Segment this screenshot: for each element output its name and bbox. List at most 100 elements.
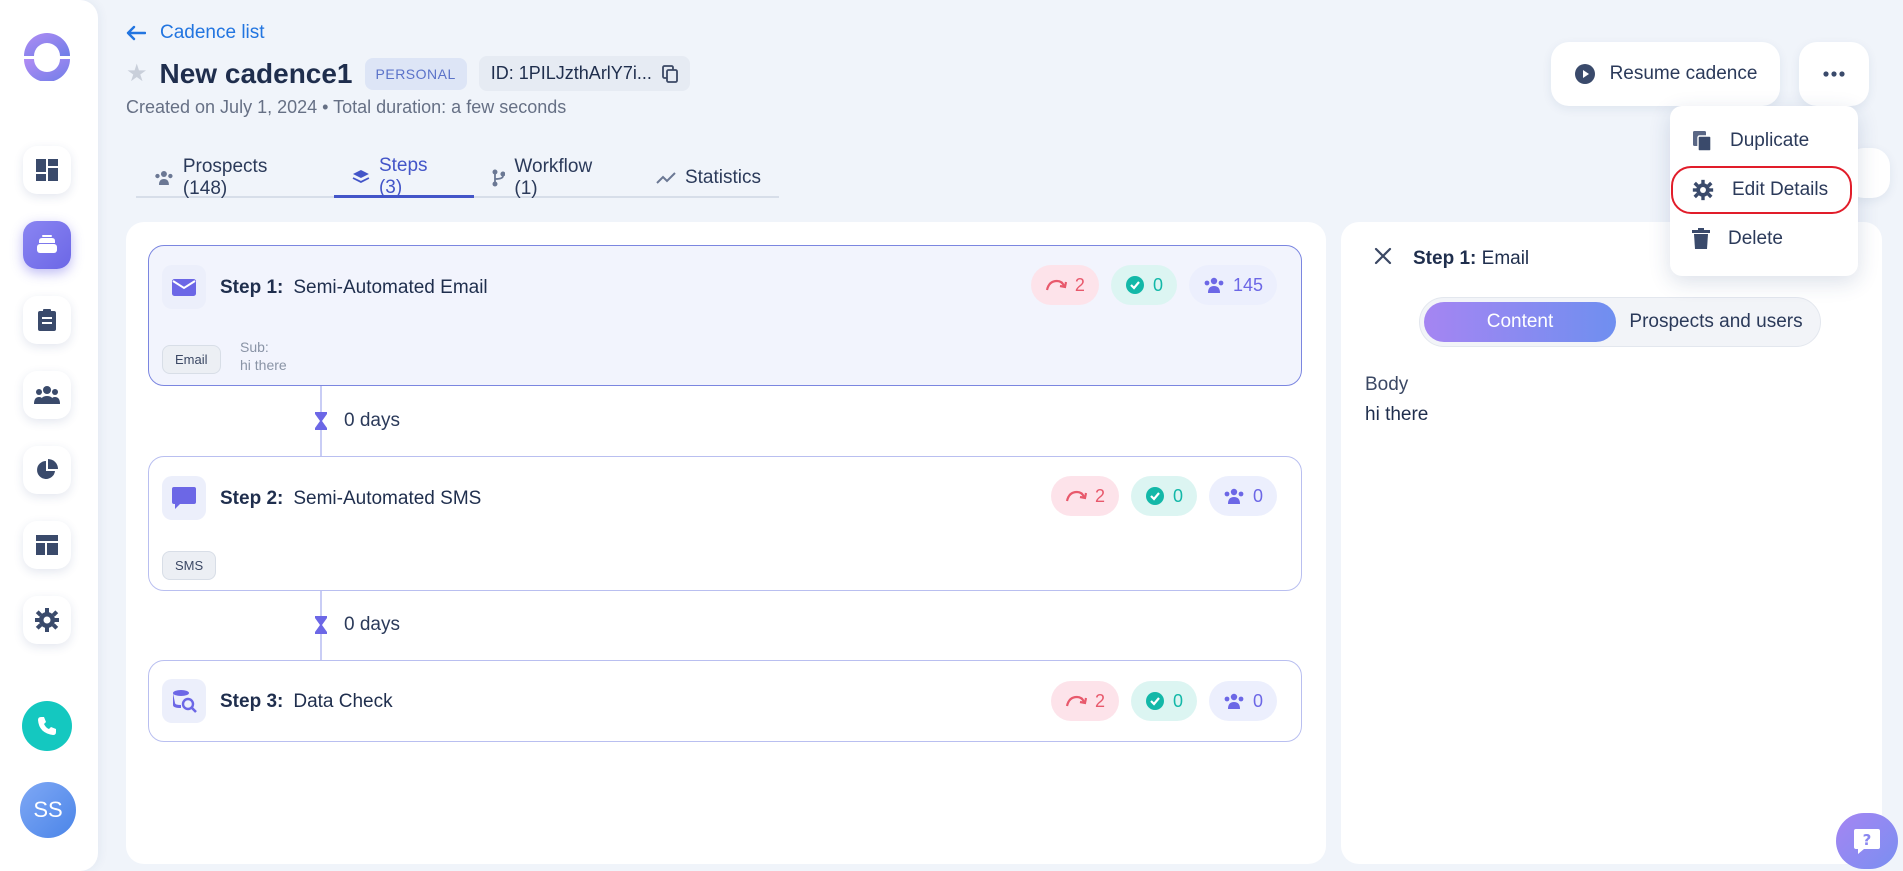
people-icon [1224, 488, 1244, 504]
tab-prospects[interactable]: Prospects (148) [136, 156, 334, 199]
detail-type: Email [1481, 248, 1530, 269]
svg-text:?: ? [1863, 831, 1872, 849]
tab-steps-label: Steps (3) [378, 154, 428, 198]
detail-prefix: Step 1: [1413, 248, 1477, 269]
resume-cadence-button[interactable]: Resume cadence [1551, 42, 1780, 106]
prospects-count: 0 [1252, 690, 1263, 711]
people-icon [34, 386, 60, 404]
nav-prospects[interactable] [23, 371, 71, 419]
redo-arrow-icon [1065, 695, 1087, 707]
bounced-pill[interactable]: 2 [1030, 265, 1099, 305]
pie-chart-icon [37, 459, 58, 479]
wait-label: 0 days [344, 614, 400, 635]
hourglass-icon [315, 412, 327, 430]
tab-workflow-label: Workflow (1) [514, 156, 593, 199]
prospects-count: 145 [1232, 274, 1263, 295]
copy-icon[interactable] [661, 64, 678, 83]
step-card-2[interactable]: Step 2: Semi-Automated SMS 2 0 0 SMS [148, 456, 1302, 591]
step-stats: 2 0 145 [1030, 265, 1277, 305]
step-icon-box [162, 265, 206, 309]
menu-duplicate[interactable]: Duplicate [1692, 130, 1809, 152]
subject-value: hi there [240, 357, 287, 373]
back-to-cadence-list[interactable]: Cadence list [126, 22, 265, 44]
prospects-pill[interactable]: 0 [1208, 681, 1277, 721]
wait-delay-1: 0 days [314, 410, 400, 432]
user-avatar[interactable]: SS [20, 782, 76, 838]
nav-reports[interactable] [23, 446, 71, 494]
check-circle-icon [1125, 276, 1144, 294]
page-title: New cadence1 [159, 57, 353, 89]
check-circle-icon [1145, 692, 1164, 710]
body-label: Body [1365, 374, 1409, 395]
back-label: Cadence list [160, 22, 265, 43]
people-icon [1204, 277, 1224, 293]
app-logo[interactable] [22, 31, 72, 81]
bounced-pill[interactable]: 2 [1050, 476, 1119, 516]
more-options-button[interactable] [1799, 42, 1869, 106]
menu-delete[interactable]: Delete [1692, 228, 1783, 250]
trash-icon [1692, 228, 1710, 249]
completed-pill[interactable]: 0 [1130, 681, 1197, 721]
detail-title: Step 1: Email [1413, 248, 1529, 270]
tab-prospects-and-users[interactable]: Prospects and users [1616, 302, 1816, 342]
step-name: Semi-Automated Email [293, 277, 488, 298]
layers-icon [352, 169, 370, 183]
personal-badge: PERSONAL [364, 57, 467, 90]
title-row: ★ New cadence1 PERSONAL ID: 1PILJzthArlY… [126, 56, 690, 91]
star-icon[interactable]: ★ [126, 59, 148, 88]
bounced-count: 2 [1074, 274, 1085, 295]
nav-settings[interactable] [23, 596, 71, 644]
step-icon-box [162, 679, 206, 723]
completed-count: 0 [1152, 274, 1163, 295]
check-circle-icon [1145, 487, 1164, 505]
dashboard-icon [36, 159, 58, 181]
resume-label: Resume cadence [1609, 63, 1758, 84]
completed-count: 0 [1172, 690, 1183, 711]
email-icon [172, 279, 196, 296]
play-circle-icon [1574, 64, 1595, 84]
tab-statistics[interactable]: Statistics [638, 158, 779, 198]
step-detail-panel: Step 1: Email Content Prospects and user… [1341, 222, 1882, 864]
tab-statistics-label: Statistics [684, 167, 761, 188]
step-name: Semi-Automated SMS [293, 488, 482, 509]
wait-label: 0 days [344, 410, 400, 431]
wait-delay-2: 0 days [314, 614, 400, 636]
clipboard-icon [38, 309, 56, 331]
completed-pill[interactable]: 0 [1110, 265, 1177, 305]
tab-content[interactable]: Content [1424, 302, 1616, 342]
bounced-pill[interactable]: 2 [1050, 681, 1119, 721]
nav-templates[interactable] [23, 521, 71, 569]
step-label: Step 1: Semi-Automated Email [220, 277, 488, 299]
phone-icon [38, 717, 56, 735]
subject-label: Sub: [240, 339, 269, 355]
copy-icon [1693, 131, 1712, 152]
help-button[interactable]: ? [1836, 813, 1898, 869]
gear-icon [35, 608, 59, 632]
cadence-subline: Created on July 1, 2024 • Total duration… [126, 97, 567, 117]
nav-cadences[interactable] [23, 221, 71, 269]
nav-tasks[interactable] [23, 296, 71, 344]
prospects-pill[interactable]: 0 [1208, 476, 1277, 516]
step-type-chip: SMS [162, 551, 217, 580]
more-horizontal-icon [1823, 71, 1845, 77]
template-icon [36, 535, 58, 555]
step-stats: 2 0 0 [1050, 476, 1277, 516]
bounced-count: 2 [1094, 690, 1105, 711]
layers-icon [37, 235, 57, 253]
prospects-pill[interactable]: 145 [1188, 265, 1277, 305]
nav-dashboard[interactable] [23, 146, 71, 194]
trend-icon [656, 172, 676, 184]
step-label: Step 3: Data Check [220, 691, 393, 713]
tab-workflow[interactable]: Workflow (1) [474, 156, 638, 199]
step-prefix: Step 1: [220, 277, 284, 298]
data-check-icon [173, 690, 197, 713]
step-prefix: Step 3: [220, 691, 284, 712]
cadence-id-box: ID: 1PILJzthArlY7i... [478, 56, 690, 91]
step-icon-box [162, 476, 206, 520]
close-icon[interactable] [1373, 246, 1393, 266]
step-card-3[interactable]: Step 3: Data Check 2 0 0 [148, 660, 1302, 742]
step-card-1[interactable]: Step 1: Semi-Automated Email 2 0 145 Emai… [148, 245, 1302, 386]
phone-button[interactable] [22, 701, 72, 751]
tab-steps[interactable]: Steps (3) [334, 154, 474, 198]
completed-pill[interactable]: 0 [1130, 476, 1197, 516]
